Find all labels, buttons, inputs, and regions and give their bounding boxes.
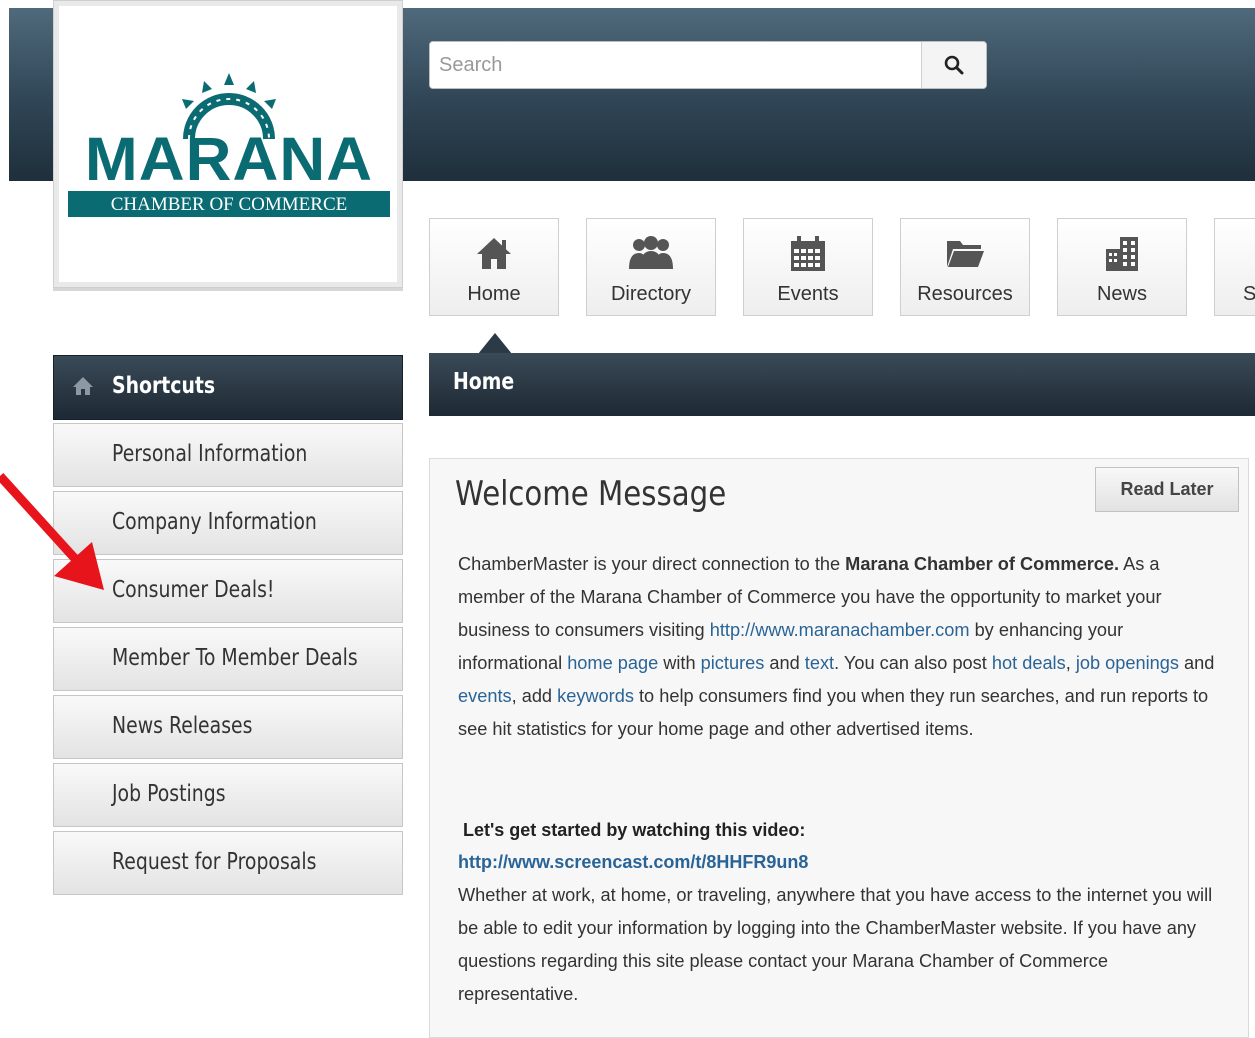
shortcut-job-postings[interactable]: Job Postings: [53, 763, 403, 827]
search-bar: [429, 41, 987, 89]
shortcuts-header: Shortcuts: [53, 355, 403, 420]
page-title: Home: [453, 369, 515, 395]
events-link[interactable]: events: [458, 686, 512, 706]
shortcut-label: Company Information: [112, 509, 317, 535]
text-run: , add: [511, 686, 558, 706]
text-run: with: [658, 653, 701, 673]
shortcut-label: Request for Proposals: [112, 849, 317, 875]
shortcut-label: Job Postings: [112, 781, 226, 807]
home-icon: [477, 238, 511, 269]
shortcut-label: News Releases: [112, 713, 253, 739]
video-heading: Let's get started by watching this video…: [463, 820, 806, 840]
people-icon: [629, 236, 673, 269]
home-page-link[interactable]: home page: [567, 653, 658, 673]
shortcut-request-for-proposals[interactable]: Request for Proposals: [53, 831, 403, 895]
welcome-paragraph: ChamberMaster is your direct connection …: [458, 548, 1228, 746]
search-icon: [944, 55, 964, 75]
nav-resources-label: Resources: [917, 283, 1013, 305]
keywords-link[interactable]: keywords: [557, 686, 634, 706]
welcome-title: Welcome Message: [455, 474, 727, 514]
nav-news[interactable]: News: [1057, 218, 1187, 316]
search-button[interactable]: [921, 42, 986, 88]
search-input[interactable]: [430, 42, 921, 88]
text-run: and: [1178, 653, 1215, 673]
nav-home-label: Home: [467, 283, 521, 305]
breadcrumb: Home: [429, 353, 1255, 416]
shortcut-label: Consumer Deals!: [112, 577, 275, 603]
chamber-name: Marana Chamber of Commerce.: [845, 554, 1120, 574]
read-later-button[interactable]: Read Later: [1095, 467, 1239, 512]
nav-home[interactable]: Home: [429, 218, 559, 316]
job-openings-link[interactable]: job openings: [1076, 653, 1179, 673]
text-link[interactable]: text: [805, 653, 834, 673]
text-run: and: [764, 653, 805, 673]
nav-news-label: News: [1096, 283, 1147, 305]
welcome-paragraph-2: Whether at work, at home, or traveling, …: [458, 885, 1213, 1004]
video-link[interactable]: http://www.screencast.com/t/8HHFR9un8: [458, 846, 808, 879]
nav-events[interactable]: Events: [743, 218, 873, 316]
shortcut-label: Member To Member Deals: [112, 645, 358, 671]
nav-directory-label: Directory: [610, 283, 691, 305]
shortcut-label: Personal Information: [112, 441, 308, 467]
nav-partial[interactable]: S: [1214, 218, 1255, 316]
home-icon: [73, 377, 93, 395]
text-run: . You can also post: [834, 653, 992, 673]
hot-deals-link[interactable]: hot deals: [992, 653, 1066, 673]
shortcut-member-deals[interactable]: Member To Member Deals: [53, 627, 403, 691]
nav-partial-label: S: [1243, 283, 1255, 305]
site-link[interactable]: http://www.maranachamber.com: [710, 620, 970, 640]
pictures-link[interactable]: pictures: [701, 653, 765, 673]
logo-subtitle: CHAMBER OF COMMERCE: [68, 191, 390, 217]
folder-icon: [947, 241, 984, 267]
nav-directory[interactable]: Directory: [586, 218, 716, 316]
text-run: ,: [1065, 653, 1076, 673]
building-icon: [1106, 237, 1138, 271]
nav-events-label: Events: [777, 283, 839, 305]
text-run: ChamberMaster is your direct connection …: [458, 554, 846, 574]
shortcuts-title: Shortcuts: [112, 373, 216, 399]
red-arrow-annotation: [0, 472, 104, 590]
nav-resources[interactable]: Resources: [900, 218, 1030, 316]
logo[interactable]: MARANA CHAMBER OF COMMERCE: [53, 0, 403, 288]
shortcut-news-releases[interactable]: News Releases: [53, 695, 403, 759]
calendar-icon: [791, 236, 825, 271]
nav-pointer: [478, 333, 512, 354]
logo-word: MARANA: [84, 125, 374, 193]
